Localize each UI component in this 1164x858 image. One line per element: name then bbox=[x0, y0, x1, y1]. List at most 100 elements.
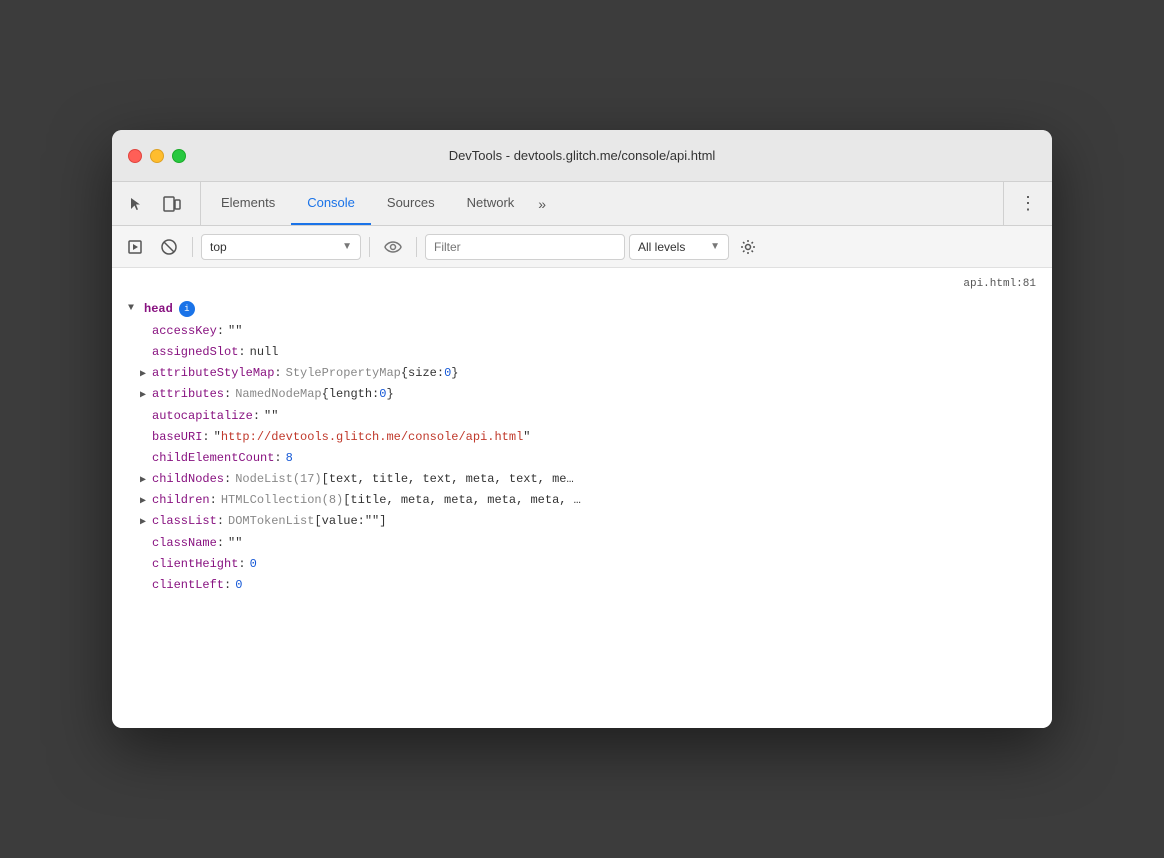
tab-network[interactable]: Network bbox=[451, 182, 531, 225]
prop-row-attributestylemap[interactable]: ▶ attributeStyleMap : StylePropertyMap {… bbox=[112, 363, 1052, 384]
prop-value: 8 bbox=[286, 449, 293, 468]
toolbar-separator-2 bbox=[369, 237, 370, 257]
tab-sources[interactable]: Sources bbox=[371, 182, 451, 225]
prop-key: children bbox=[152, 491, 210, 510]
prop-row-classlist[interactable]: ▶ classList : DOMTokenList [value: "" ] bbox=[112, 511, 1052, 532]
prop-expand-arrow: ▶ bbox=[140, 494, 152, 510]
object-name: head bbox=[144, 300, 173, 319]
prop-colon: : bbox=[210, 491, 217, 510]
info-badge[interactable]: i bbox=[179, 301, 195, 317]
prop-key: accessKey bbox=[152, 322, 217, 341]
prop-value-bracket: [title, meta, meta, meta, meta, … bbox=[343, 491, 581, 510]
prop-value-number: 0 bbox=[444, 364, 451, 383]
prop-value-bracket-end: } bbox=[451, 364, 458, 383]
levels-arrow: ▼ bbox=[710, 241, 720, 252]
log-levels-selector[interactable]: All levels ▼ bbox=[629, 234, 729, 260]
clear-console-button[interactable] bbox=[154, 233, 184, 261]
prop-key: classList bbox=[152, 512, 217, 531]
inspect-element-button[interactable] bbox=[120, 188, 152, 220]
window-title: DevTools - devtools.glitch.me/console/ap… bbox=[449, 148, 716, 163]
prop-key: attributes bbox=[152, 385, 224, 404]
prop-value: 0 bbox=[250, 555, 257, 574]
context-selector-arrow: ▼ bbox=[342, 241, 352, 252]
gear-icon bbox=[740, 239, 756, 255]
prop-colon: : bbox=[217, 512, 224, 531]
prop-row-baseuri[interactable]: baseURI : "http://devtools.glitch.me/con… bbox=[112, 427, 1052, 448]
prop-value: 0 bbox=[235, 576, 242, 595]
title-bar: DevTools - devtools.glitch.me/console/ap… bbox=[112, 130, 1052, 182]
prop-colon: : bbox=[217, 534, 224, 553]
source-link[interactable]: api.html:81 bbox=[112, 276, 1052, 294]
prop-colon: : bbox=[217, 322, 224, 341]
prop-colon: : bbox=[253, 407, 260, 426]
prop-key: childElementCount bbox=[152, 449, 274, 468]
kebab-menu-button[interactable]: ⋮ bbox=[1012, 188, 1044, 220]
prop-value-quote-end: " bbox=[523, 428, 530, 447]
minimize-button[interactable] bbox=[150, 149, 164, 163]
more-tabs-button[interactable]: » bbox=[530, 182, 554, 225]
prop-value-bracket: {length: bbox=[322, 385, 380, 404]
prop-value-string: "" bbox=[365, 512, 379, 531]
tab-bar-right-controls: ⋮ bbox=[1003, 182, 1044, 225]
prop-colon: : bbox=[274, 364, 281, 383]
prop-key: className bbox=[152, 534, 217, 553]
prop-key: clientLeft bbox=[152, 576, 224, 595]
console-output: api.html:81 ▼ head i accessKey : "" assi… bbox=[112, 268, 1052, 728]
prop-expand-arrow: ▶ bbox=[140, 515, 152, 531]
device-icon bbox=[163, 196, 181, 212]
prop-row-classname[interactable]: className : "" bbox=[112, 533, 1052, 554]
prop-value-class: StylePropertyMap bbox=[286, 364, 401, 383]
prop-row-accesskey[interactable]: accessKey : "" bbox=[112, 321, 1052, 342]
prop-row-assignedslot[interactable]: assignedSlot : null bbox=[112, 342, 1052, 363]
prop-colon: : bbox=[224, 470, 231, 489]
filter-input[interactable] bbox=[425, 234, 625, 260]
tab-console[interactable]: Console bbox=[291, 182, 371, 225]
toolbar-separator-3 bbox=[416, 237, 417, 257]
context-selector[interactable]: top ▼ bbox=[201, 234, 361, 260]
prop-row-clientheight[interactable]: clientHeight : 0 bbox=[112, 554, 1052, 575]
prop-value-bracket: [value: bbox=[314, 512, 364, 531]
prop-value: null bbox=[250, 343, 279, 362]
live-expression-button[interactable] bbox=[378, 233, 408, 261]
prop-colon: : bbox=[224, 385, 231, 404]
prop-row-autocapitalize[interactable]: autocapitalize : "" bbox=[112, 406, 1052, 427]
prop-key: autocapitalize bbox=[152, 407, 253, 426]
run-script-button[interactable] bbox=[120, 233, 150, 261]
prop-value: "" bbox=[264, 407, 278, 426]
prop-value-class: DOMTokenList bbox=[228, 512, 314, 531]
prop-colon: : bbox=[224, 576, 231, 595]
tab-elements[interactable]: Elements bbox=[205, 182, 291, 225]
eye-icon bbox=[384, 241, 402, 253]
filter-wrapper bbox=[425, 234, 625, 260]
prop-value-class: HTMLCollection(8) bbox=[221, 491, 343, 510]
settings-button[interactable] bbox=[733, 233, 763, 261]
prop-row-clientleft[interactable]: clientLeft : 0 bbox=[112, 575, 1052, 596]
prop-row-childelementcount[interactable]: childElementCount : 8 bbox=[112, 448, 1052, 469]
prop-row-childnodes[interactable]: ▶ childNodes : NodeList(17) [text, title… bbox=[112, 469, 1052, 490]
prop-value: "" bbox=[228, 322, 242, 341]
traffic-lights bbox=[128, 149, 186, 163]
device-toolbar-button[interactable] bbox=[156, 188, 188, 220]
object-header[interactable]: ▼ head i bbox=[112, 298, 1052, 321]
expand-arrow: ▼ bbox=[128, 301, 144, 317]
prop-row-attributes[interactable]: ▶ attributes : NamedNodeMap {length: 0 } bbox=[112, 384, 1052, 405]
prop-expand-arrow: ▶ bbox=[140, 473, 152, 489]
prop-row-children[interactable]: ▶ children : HTMLCollection(8) [title, m… bbox=[112, 490, 1052, 511]
prop-value: "" bbox=[228, 534, 242, 553]
prop-value-url: http://devtools.glitch.me/console/api.ht… bbox=[221, 428, 523, 447]
prop-value-bracket: [text, title, text, meta, text, me… bbox=[322, 470, 574, 489]
prop-value-class: NamedNodeMap bbox=[235, 385, 321, 404]
prop-colon: : bbox=[238, 343, 245, 362]
prop-value-class: NodeList(17) bbox=[235, 470, 321, 489]
prop-expand-arrow: ▶ bbox=[140, 388, 152, 404]
devtools-window: DevTools - devtools.glitch.me/console/ap… bbox=[112, 130, 1052, 728]
prop-key: baseURI bbox=[152, 428, 202, 447]
prop-value-number: 0 bbox=[379, 385, 386, 404]
prop-key: clientHeight bbox=[152, 555, 238, 574]
prop-value-bracket-end: } bbox=[386, 385, 393, 404]
cursor-icon bbox=[128, 196, 144, 212]
tab-bar-left-controls bbox=[120, 182, 201, 225]
maximize-button[interactable] bbox=[172, 149, 186, 163]
close-button[interactable] bbox=[128, 149, 142, 163]
prop-key: attributeStyleMap bbox=[152, 364, 274, 383]
